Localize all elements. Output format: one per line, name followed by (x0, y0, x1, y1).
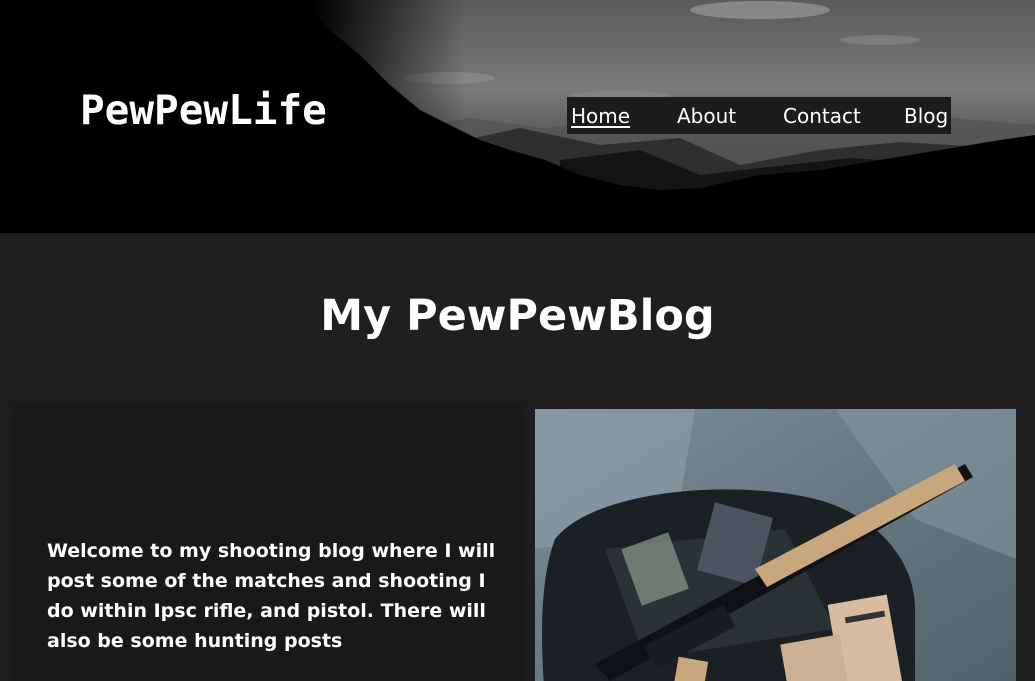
rifle-in-range-bag-image (535, 409, 1016, 681)
nav-blog-link[interactable]: Blog (904, 104, 948, 128)
intro-card: Welcome to my shooting blog where I will… (14, 406, 522, 681)
nav-home-link[interactable]: Home (571, 104, 630, 128)
site-header: PewPewLife Home About Contact Blog (0, 0, 1035, 233)
main-nav: Home About Contact Blog (567, 97, 951, 134)
nav-about-link[interactable]: About (677, 104, 736, 128)
intro-text: Welcome to my shooting blog where I will… (47, 540, 496, 652)
main-content: My PewPewBlog Welcome to my shooting blo… (0, 233, 1035, 681)
site-logo[interactable]: PewPewLife (80, 86, 327, 134)
page-title: My PewPewBlog (320, 291, 715, 341)
nav-contact-link[interactable]: Contact (783, 104, 861, 128)
